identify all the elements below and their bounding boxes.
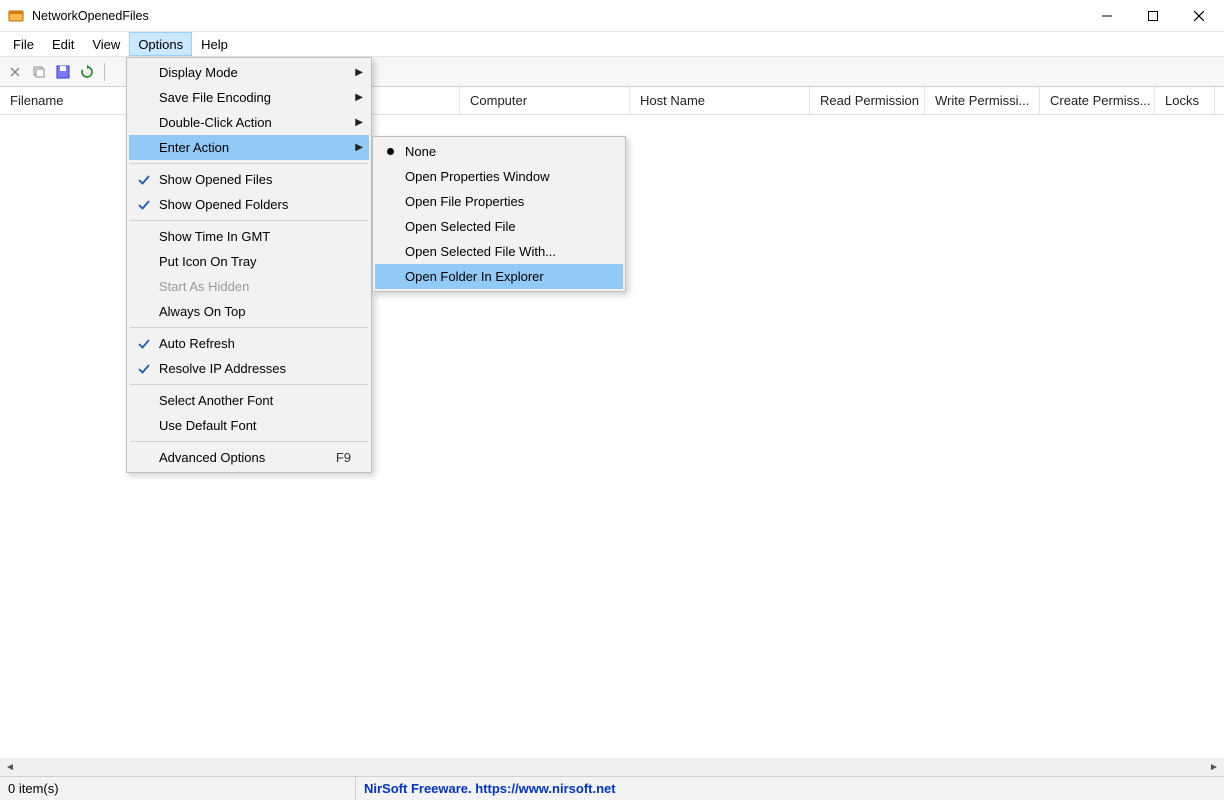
submenu-item-label: Open Selected File (405, 219, 605, 234)
scroll-left-icon[interactable]: ◄ (2, 759, 18, 775)
submenu-item[interactable]: Open Selected File (375, 214, 623, 239)
menu-item-label: Resolve IP Addresses (159, 361, 351, 376)
menu-item-label: Start As Hidden (159, 279, 351, 294)
menubar: FileEditViewOptionsHelp (0, 32, 1224, 57)
save-icon[interactable] (54, 63, 72, 81)
menu-item[interactable]: Auto Refresh (129, 331, 369, 356)
status-item-count: 0 item(s) (0, 777, 356, 800)
options-dropdown: Display Mode▶Save File Encoding▶Double-C… (126, 57, 372, 473)
toolbar-separator (104, 63, 105, 81)
menu-view[interactable]: View (83, 32, 129, 56)
column-header[interactable]: Create Permiss... (1040, 87, 1155, 114)
column-header[interactable]: Computer (460, 87, 630, 114)
menu-item[interactable]: Show Opened Files (129, 167, 369, 192)
menu-item[interactable]: Put Icon On Tray (129, 249, 369, 274)
menu-item: Start As Hidden (129, 274, 369, 299)
menu-item-label: Show Opened Folders (159, 197, 351, 212)
menu-item-label: Auto Refresh (159, 336, 351, 351)
menu-item[interactable]: Save File Encoding ▶ (129, 85, 369, 110)
menu-item-label: Double-Click Action (159, 115, 351, 130)
copy-icon[interactable] (30, 63, 48, 81)
column-header[interactable]: Read Permission (810, 87, 925, 114)
refresh-icon[interactable] (78, 63, 96, 81)
menu-separator (130, 220, 368, 221)
check-icon (129, 363, 159, 375)
submenu-item[interactable]: Open Selected File With... (375, 239, 623, 264)
close-button[interactable] (1176, 0, 1222, 31)
menu-item[interactable]: Display Mode ▶ (129, 60, 369, 85)
menu-edit[interactable]: Edit (43, 32, 83, 56)
menu-item-label: Select Another Font (159, 393, 351, 408)
menu-item-label: Always On Top (159, 304, 351, 319)
titlebar: NetworkOpenedFiles (0, 0, 1224, 32)
menu-item-label: Use Default Font (159, 418, 351, 433)
menu-item[interactable]: Advanced Options F9 (129, 445, 369, 470)
menu-item-label: Save File Encoding (159, 90, 351, 105)
window-controls (1084, 0, 1222, 31)
menu-item[interactable]: Use Default Font (129, 413, 369, 438)
app-icon (8, 8, 24, 24)
submenu-item-label: Open Folder In Explorer (405, 269, 605, 284)
menu-item[interactable]: Select Another Font (129, 388, 369, 413)
menu-item[interactable]: Enter Action ▶ (129, 135, 369, 160)
submenu-item-label: Open Properties Window (405, 169, 605, 184)
submenu-arrow-icon: ▶ (355, 67, 363, 78)
column-header[interactable]: Locks (1155, 87, 1215, 114)
menu-item-label: Show Opened Files (159, 172, 351, 187)
menu-separator (130, 384, 368, 385)
menu-item[interactable]: Show Time In GMT (129, 224, 369, 249)
submenu-arrow-icon: ▶ (355, 117, 363, 128)
submenu-item[interactable]: Open Properties Window (375, 164, 623, 189)
radio-icon (375, 148, 405, 155)
menu-item[interactable]: Show Opened Folders (129, 192, 369, 217)
menu-item[interactable]: Double-Click Action ▶ (129, 110, 369, 135)
menu-item[interactable]: Always On Top (129, 299, 369, 324)
check-icon (129, 338, 159, 350)
enter-action-submenu: None Open Properties Window Open File Prop… (372, 136, 626, 292)
scroll-right-icon[interactable]: ► (1206, 759, 1222, 775)
column-header[interactable]: Write Permissi... (925, 87, 1040, 114)
horizontal-scrollbar[interactable]: ◄ ► (0, 758, 1224, 776)
submenu-arrow-icon: ▶ (355, 92, 363, 103)
cut-icon[interactable] (6, 63, 24, 81)
minimize-button[interactable] (1084, 0, 1130, 31)
menu-item-label: Enter Action (159, 140, 351, 155)
submenu-arrow-icon: ▶ (355, 142, 363, 153)
menu-separator (130, 327, 368, 328)
column-header[interactable]: Host Name (630, 87, 810, 114)
maximize-button[interactable] (1130, 0, 1176, 31)
submenu-item[interactable]: Open File Properties (375, 189, 623, 214)
submenu-item-label: None (405, 144, 605, 159)
menu-item-label: Advanced Options (159, 450, 306, 465)
submenu-item-label: Open Selected File With... (405, 244, 605, 259)
menu-item-label: Display Mode (159, 65, 351, 80)
menu-item-label: Show Time In GMT (159, 229, 351, 244)
menu-separator (130, 163, 368, 164)
submenu-item[interactable]: None (375, 139, 623, 164)
menu-options[interactable]: Options (129, 32, 192, 56)
menu-item-label: Put Icon On Tray (159, 254, 351, 269)
check-icon (129, 199, 159, 211)
submenu-item-label: Open File Properties (405, 194, 605, 209)
statusbar: 0 item(s) NirSoft Freeware. https://www.… (0, 776, 1224, 800)
menu-separator (130, 441, 368, 442)
menu-item[interactable]: Resolve IP Addresses (129, 356, 369, 381)
menu-file[interactable]: File (4, 32, 43, 56)
menu-accelerator: F9 (336, 450, 351, 465)
check-icon (129, 174, 159, 186)
window-title: NetworkOpenedFiles (32, 9, 1084, 23)
status-brand: NirSoft Freeware. https://www.nirsoft.ne… (356, 777, 1224, 800)
menu-help[interactable]: Help (192, 32, 237, 56)
submenu-item[interactable]: Open Folder In Explorer (375, 264, 623, 289)
